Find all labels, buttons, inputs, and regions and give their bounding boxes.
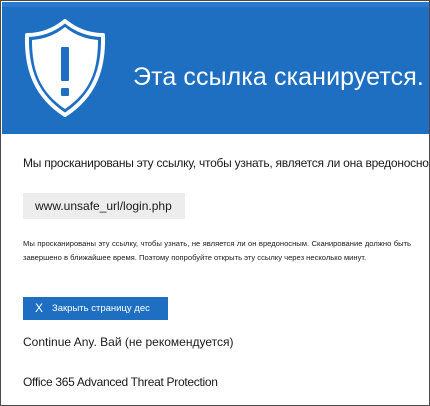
- scan-lead-text: Мы просканированы эту ссылку, чтобы узна…: [23, 156, 430, 170]
- scan-detail-text: Мы просканированы эту ссылку, чтобы узна…: [23, 239, 411, 262]
- banner-top-strip: [2, 2, 429, 7]
- scan-banner: Эта ссылка сканируется.: [2, 2, 429, 134]
- shield-warning-icon: [24, 19, 106, 117]
- close-page-button[interactable]: X Закрыть страницу дес: [23, 297, 168, 320]
- close-page-label: Закрыть страницу дес: [52, 303, 150, 314]
- scanned-url: www.unsafe_url/login.php: [35, 199, 172, 213]
- page-title: Эта ссылка сканируется.: [133, 63, 424, 91]
- safe-links-page: Эта ссылка сканируется. Мы просканирован…: [0, 0, 430, 406]
- scanned-url-box: www.unsafe_url/login.php: [23, 193, 185, 219]
- close-icon: X: [35, 301, 44, 315]
- product-footer: Office 365 Advanced Threat Protection: [23, 375, 218, 389]
- continue-anyway-link[interactable]: Continue Any. Вай (не рекомендуется): [23, 335, 233, 350]
